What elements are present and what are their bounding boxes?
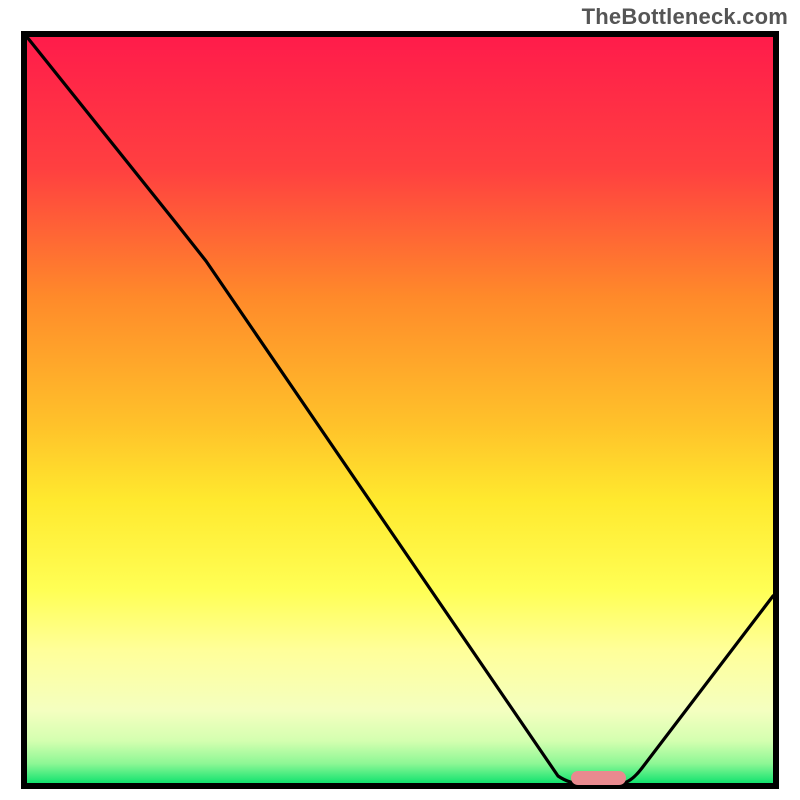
watermark-text: TheBottleneck.com bbox=[582, 4, 788, 30]
optimal-range-marker bbox=[571, 771, 626, 785]
chart-frame: TheBottleneck.com bbox=[0, 0, 800, 800]
plot-area bbox=[24, 34, 776, 786]
gradient-background bbox=[24, 34, 776, 786]
chart-svg bbox=[18, 28, 782, 792]
